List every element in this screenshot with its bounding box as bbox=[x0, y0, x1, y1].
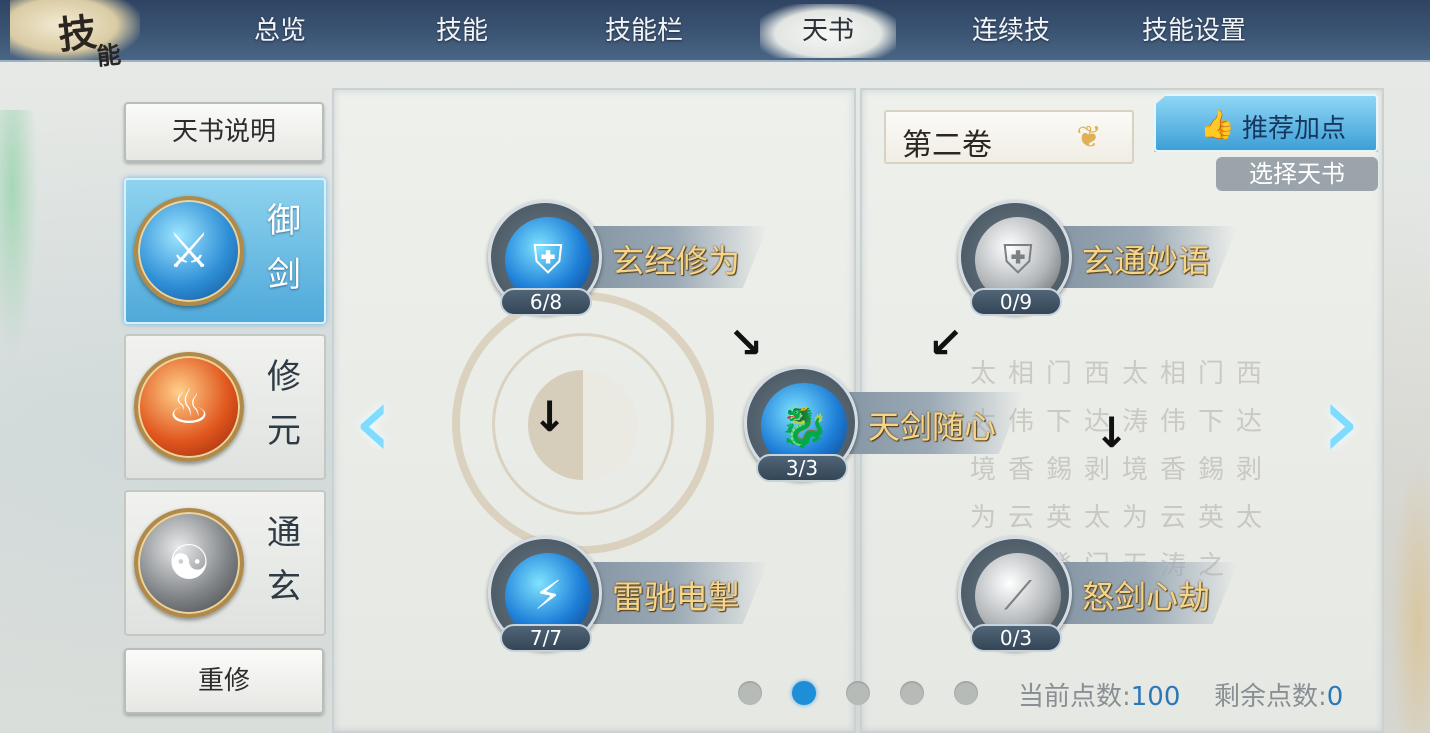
recommend-points-button[interactable]: 👍 推荐加点 bbox=[1154, 94, 1378, 152]
current-points-label: 当前点数: bbox=[1018, 682, 1131, 712]
lotus-dropdown-icon: ❦ bbox=[1076, 120, 1102, 155]
tab-tianshu[interactable]: 天书 bbox=[760, 4, 896, 58]
skill-level: 0/9 bbox=[970, 288, 1062, 316]
book-name-char-2: 元 bbox=[267, 411, 301, 451]
flame-emblem-icon: ♨ bbox=[134, 352, 244, 462]
skill-node-xuanjing[interactable]: 玄经修为 ⛨ 6/8 bbox=[488, 200, 788, 320]
logo: 技能 bbox=[10, 0, 140, 71]
left-decoration bbox=[0, 110, 40, 370]
book-name: 御 剑 bbox=[262, 194, 306, 302]
arrow-down-icon: ↓ bbox=[532, 392, 568, 441]
logo-text: 技能 bbox=[55, 0, 118, 70]
next-page-arrow-icon[interactable]: › bbox=[1316, 372, 1366, 472]
page-dot-3[interactable] bbox=[846, 681, 870, 705]
skill-name: 怒剑心劫 bbox=[1082, 578, 1211, 616]
page-dot-2[interactable] bbox=[792, 681, 816, 705]
recommend-label: 推荐加点 bbox=[1242, 114, 1347, 144]
remaining-points: 剩余点数:0 bbox=[1214, 676, 1343, 713]
tab-skills[interactable]: 技能 bbox=[420, 10, 504, 52]
book-name-char-1: 通 bbox=[267, 513, 301, 553]
arrow-down-icon: ↓ bbox=[1094, 408, 1130, 457]
remaining-points-value: 0 bbox=[1326, 682, 1344, 712]
arrow-down-left-icon: ↙ bbox=[928, 318, 964, 367]
skill-node-nujian[interactable]: 怒剑心劫 ⟋ 0/3 bbox=[958, 536, 1258, 656]
tab-overview[interactable]: 总览 bbox=[238, 10, 322, 52]
choose-tianshu-button[interactable]: 选择天书 bbox=[1216, 157, 1378, 191]
thumbs-up-icon: 👍 bbox=[1200, 108, 1235, 141]
volume-select[interactable]: 第二卷 ❦ bbox=[884, 110, 1134, 164]
book-card-xiuyuan[interactable]: ♨ 修 元 bbox=[124, 334, 326, 480]
logo-sub-char: 能 bbox=[95, 39, 119, 71]
skill-name: 天剑随心 bbox=[868, 408, 997, 446]
page-dot-1[interactable] bbox=[738, 681, 762, 705]
page-dot-4[interactable] bbox=[900, 681, 924, 705]
skill-name: 玄通妙语 bbox=[1082, 242, 1211, 280]
current-points: 当前点数:100 bbox=[1018, 676, 1180, 713]
logo-main-char: 技 bbox=[56, 9, 95, 58]
skill-node-leichi[interactable]: 雷驰电掣 ⚡ 7/7 bbox=[488, 536, 788, 656]
arrow-down-right-icon: ↘ bbox=[728, 318, 764, 367]
skill-node-tianjian[interactable]: 天剑随心 🐉 3/3 bbox=[744, 366, 1044, 486]
skill-level: 7/7 bbox=[500, 624, 592, 652]
book-name-char-2: 玄 bbox=[267, 567, 301, 607]
remaining-points-label: 剩余点数: bbox=[1214, 682, 1327, 712]
top-nav-bar: 技能 总览 技能 技能栏 天书 连续技 技能设置 bbox=[0, 0, 1430, 71]
prev-page-arrow-icon[interactable]: ‹ bbox=[348, 372, 398, 472]
tab-skill-bar[interactable]: 技能栏 bbox=[592, 10, 696, 52]
skill-level: 3/3 bbox=[756, 454, 848, 482]
book-name: 通 玄 bbox=[262, 506, 306, 614]
book-name-char-1: 御 bbox=[267, 201, 301, 241]
book-name: 修 元 bbox=[262, 350, 306, 458]
volume-value: 第二卷 bbox=[902, 128, 992, 163]
book-name-char-2: 剑 bbox=[267, 255, 301, 295]
skill-level: 0/3 bbox=[970, 624, 1062, 652]
right-decoration bbox=[1390, 460, 1430, 733]
skill-name: 雷驰电掣 bbox=[612, 578, 741, 616]
skill-node-xuantong[interactable]: 玄通妙语 ⛨ 0/9 bbox=[958, 200, 1258, 320]
tianshu-explain-button[interactable]: 天书说明 bbox=[124, 102, 324, 162]
skill-name: 玄经修为 bbox=[612, 242, 741, 280]
skill-level: 6/8 bbox=[500, 288, 592, 316]
book-card-yujian[interactable]: ⚔ 御 剑 bbox=[124, 178, 326, 324]
tab-combo-skills[interactable]: 连续技 bbox=[958, 10, 1064, 52]
taiji-sword-icon: ☯ bbox=[134, 508, 244, 618]
sword-emblem-icon: ⚔ bbox=[134, 196, 244, 306]
reset-button[interactable]: 重修 bbox=[124, 648, 324, 714]
page-dot-5[interactable] bbox=[954, 681, 978, 705]
book-name-char-1: 修 bbox=[267, 357, 301, 397]
current-points-value: 100 bbox=[1130, 682, 1181, 712]
tab-skill-settings[interactable]: 技能设置 bbox=[1126, 10, 1262, 52]
book-card-tongxuan[interactable]: ☯ 通 玄 bbox=[124, 490, 326, 636]
